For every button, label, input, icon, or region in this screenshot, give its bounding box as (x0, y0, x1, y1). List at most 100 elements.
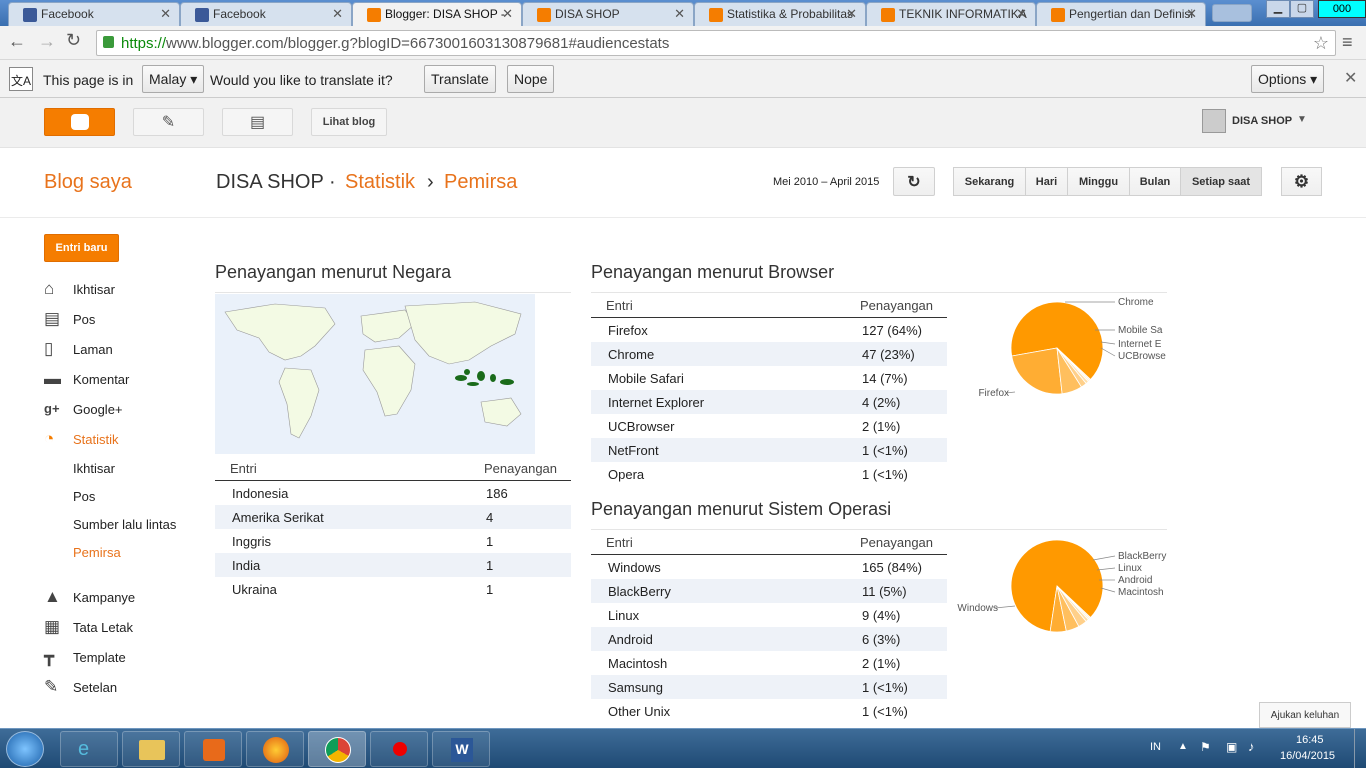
browser-tab-active[interactable]: Blogger: DISA SHOP - ✕ (352, 2, 522, 26)
volume-icon[interactable]: ♪ (1248, 739, 1255, 754)
blogger-icon (367, 8, 381, 22)
sidebar-item-posts[interactable]: ▤ Pos (44, 310, 95, 328)
row-views: 1 (<1%) (862, 680, 908, 695)
sidebar-item-pages[interactable]: ▯ Laman (44, 340, 113, 358)
settings-button[interactable]: ⚙ (1281, 167, 1322, 196)
pencil-icon: ✎ (161, 114, 176, 131)
taskbar-media[interactable] (184, 731, 242, 767)
taskbar-ie[interactable]: e (60, 731, 118, 767)
template-icon: ┳ (44, 647, 55, 666)
range-day[interactable]: Hari (1025, 167, 1068, 196)
start-button[interactable] (6, 731, 44, 767)
browser-tab[interactable]: Facebook ✕ (8, 2, 180, 26)
star-icon[interactable]: ☆ (1313, 33, 1329, 54)
network-icon[interactable]: ▣ (1226, 740, 1237, 754)
sidebar-item-template[interactable]: ┳ Template (44, 647, 126, 666)
close-icon[interactable]: ✕ (1344, 68, 1357, 88)
close-tab-icon[interactable]: ✕ (846, 6, 857, 22)
blogger-header: ✎ ▤ Lihat blog DISA SHOP ▼ (0, 98, 1366, 148)
sidebar-item-campaigns[interactable]: ▲ Kampanye (44, 587, 135, 606)
sidebar-item-settings[interactable]: ✎ Setelan (44, 678, 117, 696)
google-plus-icon: g+ (44, 401, 60, 416)
back-icon[interactable]: ← (8, 31, 26, 52)
new-post-pencil-button[interactable]: ✎ (133, 108, 204, 136)
avatar[interactable] (1202, 109, 1226, 133)
translate-prefix: This page is in (43, 72, 134, 88)
close-tab-icon[interactable]: ✕ (1016, 6, 1027, 22)
clock-date[interactable]: 16/04/2015 (1280, 750, 1335, 762)
pie-label: Windows (957, 603, 998, 614)
row-entry: Android (608, 632, 653, 647)
chevron-down-icon[interactable]: ▼ (1297, 114, 1307, 125)
sidebar-item-google-plus[interactable]: g+ Google+ (44, 401, 123, 417)
row-views: 1 (486, 534, 494, 549)
sidebar-item-overview[interactable]: ⌂ Ikhtisar (44, 280, 115, 298)
gear-icon: ⚙ (1293, 172, 1310, 191)
language-indicator[interactable]: IN (1150, 741, 1161, 753)
show-desktop-button[interactable] (1354, 729, 1366, 768)
clock-time[interactable]: 16:45 (1296, 734, 1324, 746)
browser-tab[interactable]: Statistika & Probabilitas ✕ (694, 2, 866, 26)
sidebar-subitem-posts[interactable]: Pos (73, 489, 95, 504)
taskbar-explorer[interactable] (122, 731, 180, 767)
taskbar-chrome[interactable] (308, 731, 366, 767)
new-post-button[interactable]: Entri baru (44, 234, 119, 262)
language-select[interactable]: Malay ▾ (142, 65, 205, 93)
new-tab-button[interactable] (1212, 4, 1252, 22)
browser-tab[interactable]: TEKNIK INFORMATIKA ✕ (866, 2, 1036, 26)
browser-tab[interactable]: Facebook ✕ (180, 2, 352, 26)
breadcrumb-separator: › (427, 171, 434, 193)
range-week[interactable]: Minggu (1067, 167, 1130, 196)
pie-slice[interactable] (1011, 347, 1063, 395)
sidebar-subitem-audience[interactable]: Pemirsa (73, 545, 121, 560)
row-views: 9 (4%) (862, 608, 901, 623)
row-entry: Mobile Safari (608, 371, 684, 386)
menu-icon[interactable]: ≡ (1342, 32, 1353, 53)
browser-tab[interactable]: DISA SHOP ✕ (522, 2, 694, 26)
browser-tab[interactable]: Pengertian dan Definisi ✕ (1036, 2, 1206, 26)
campaign-icon: ▲ (44, 587, 61, 606)
range-month[interactable]: Bulan (1129, 167, 1181, 196)
account-name[interactable]: DISA SHOP (1232, 115, 1292, 127)
blogger-icon (1051, 8, 1065, 22)
my-blogs-link[interactable]: Blog saya (44, 171, 132, 194)
taskbar-firefox[interactable] (246, 731, 304, 767)
translate-button[interactable]: Translate (424, 65, 496, 93)
options-button[interactable]: Options ▾ (1251, 65, 1325, 93)
range-all-time[interactable]: Setiap saat (1180, 167, 1262, 196)
close-tab-icon[interactable]: ✕ (1186, 6, 1197, 22)
tray-expand-icon[interactable]: ▲ (1178, 741, 1188, 752)
nope-button[interactable]: Nope (507, 65, 555, 93)
row-entry: Windows (608, 560, 661, 575)
breadcrumb-separator: · (329, 171, 336, 193)
minimize-icon[interactable]: ▁ (1266, 0, 1290, 18)
forward-icon[interactable]: → (38, 31, 56, 52)
table-row: Macintosh 2 (1%) (591, 651, 947, 675)
layout-icon: ▦ (44, 617, 61, 636)
url-input[interactable]: https://www.blogger.com/blogger.g?blogID… (96, 30, 1336, 56)
refresh-button[interactable]: ↻ (893, 167, 935, 196)
posts-list-button[interactable]: ▤ (222, 108, 293, 136)
world-map[interactable] (215, 294, 535, 454)
maximize-icon[interactable]: ▢ (1290, 0, 1314, 18)
breadcrumb-stats[interactable]: Statistik (345, 171, 415, 194)
view-blog-button[interactable]: Lihat blog (311, 108, 387, 136)
close-tab-icon[interactable]: ✕ (160, 6, 171, 22)
reload-icon[interactable]: ↻ (66, 30, 81, 51)
taskbar-word[interactable]: W (432, 731, 490, 767)
blogger-home-button[interactable] (44, 108, 115, 136)
taskbar-app[interactable] (370, 731, 428, 767)
media-player-icon (203, 739, 225, 761)
sidebar-item-comments[interactable]: ▬ Komentar (44, 370, 129, 388)
close-tab-icon[interactable]: ✕ (674, 6, 685, 22)
close-tab-icon[interactable]: ✕ (332, 6, 343, 22)
feedback-button[interactable]: Ajukan keluhan (1259, 702, 1351, 728)
close-tab-icon[interactable]: ✕ (502, 6, 513, 22)
sidebar-item-layout[interactable]: ▦ Tata Letak (44, 617, 133, 636)
flag-icon[interactable]: ⚑ (1200, 740, 1211, 754)
sidebar-subitem-traffic-sources[interactable]: Sumber lalu lintas (73, 517, 176, 532)
row-entry: UCBrowser (608, 419, 675, 434)
sidebar-item-stats[interactable]: ◔ Statistik (44, 430, 119, 448)
range-now[interactable]: Sekarang (953, 167, 1026, 196)
sidebar-subitem-overview[interactable]: Ikhtisar (73, 461, 115, 476)
